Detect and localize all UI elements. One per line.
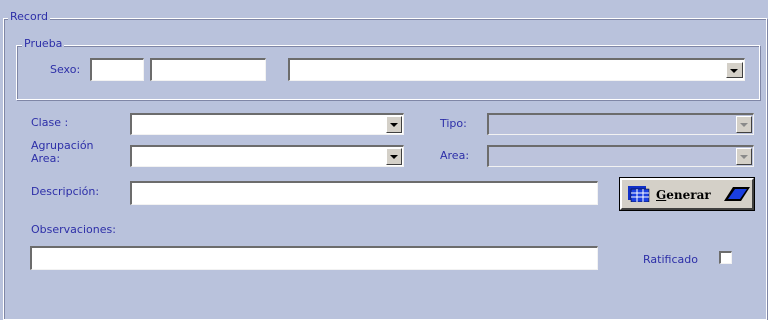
generar-label: Generar	[656, 188, 711, 202]
descripcion-label: Descripción:	[31, 185, 100, 198]
observaciones-input[interactable]	[32, 248, 597, 269]
sexo-select[interactable]	[288, 58, 745, 81]
record-legend: Record	[8, 10, 51, 23]
observaciones-field[interactable]	[30, 246, 598, 270]
chevron-down-icon[interactable]	[726, 62, 743, 78]
chevron-down-icon[interactable]	[386, 116, 402, 133]
descripcion-field[interactable]	[130, 181, 598, 205]
chevron-down-icon	[736, 148, 752, 165]
prueba-legend: Prueba	[22, 37, 65, 50]
tipo-select	[487, 113, 754, 135]
clase-label: Clase :	[31, 116, 69, 129]
ratificado-checkbox[interactable]	[719, 251, 732, 264]
sexo-desc-field[interactable]	[150, 58, 266, 81]
clase-select[interactable]	[130, 113, 404, 135]
observaciones-label: Observaciones:	[31, 223, 116, 236]
ratificado-label: Ratificado	[643, 253, 698, 266]
area-label: Area:	[440, 149, 470, 162]
sexo-code-input[interactable]	[92, 60, 143, 80]
tipo-label: Tipo:	[440, 117, 467, 130]
area-select	[487, 145, 754, 167]
agrupacion-label-line2: Area:	[31, 152, 61, 165]
parallelogram-icon	[724, 187, 750, 201]
chevron-down-icon[interactable]	[386, 148, 402, 165]
descripcion-input[interactable]	[132, 183, 597, 204]
table-grid-icon	[628, 186, 650, 202]
chevron-down-icon	[736, 116, 752, 133]
generar-button[interactable]: Generar	[620, 178, 754, 210]
sexo-desc-input[interactable]	[152, 60, 265, 80]
sexo-code-field[interactable]	[90, 58, 144, 81]
sexo-label: Sexo:	[50, 63, 81, 76]
agrupacion-select[interactable]	[130, 145, 404, 167]
agrupacion-label: Agrupación	[31, 139, 94, 152]
